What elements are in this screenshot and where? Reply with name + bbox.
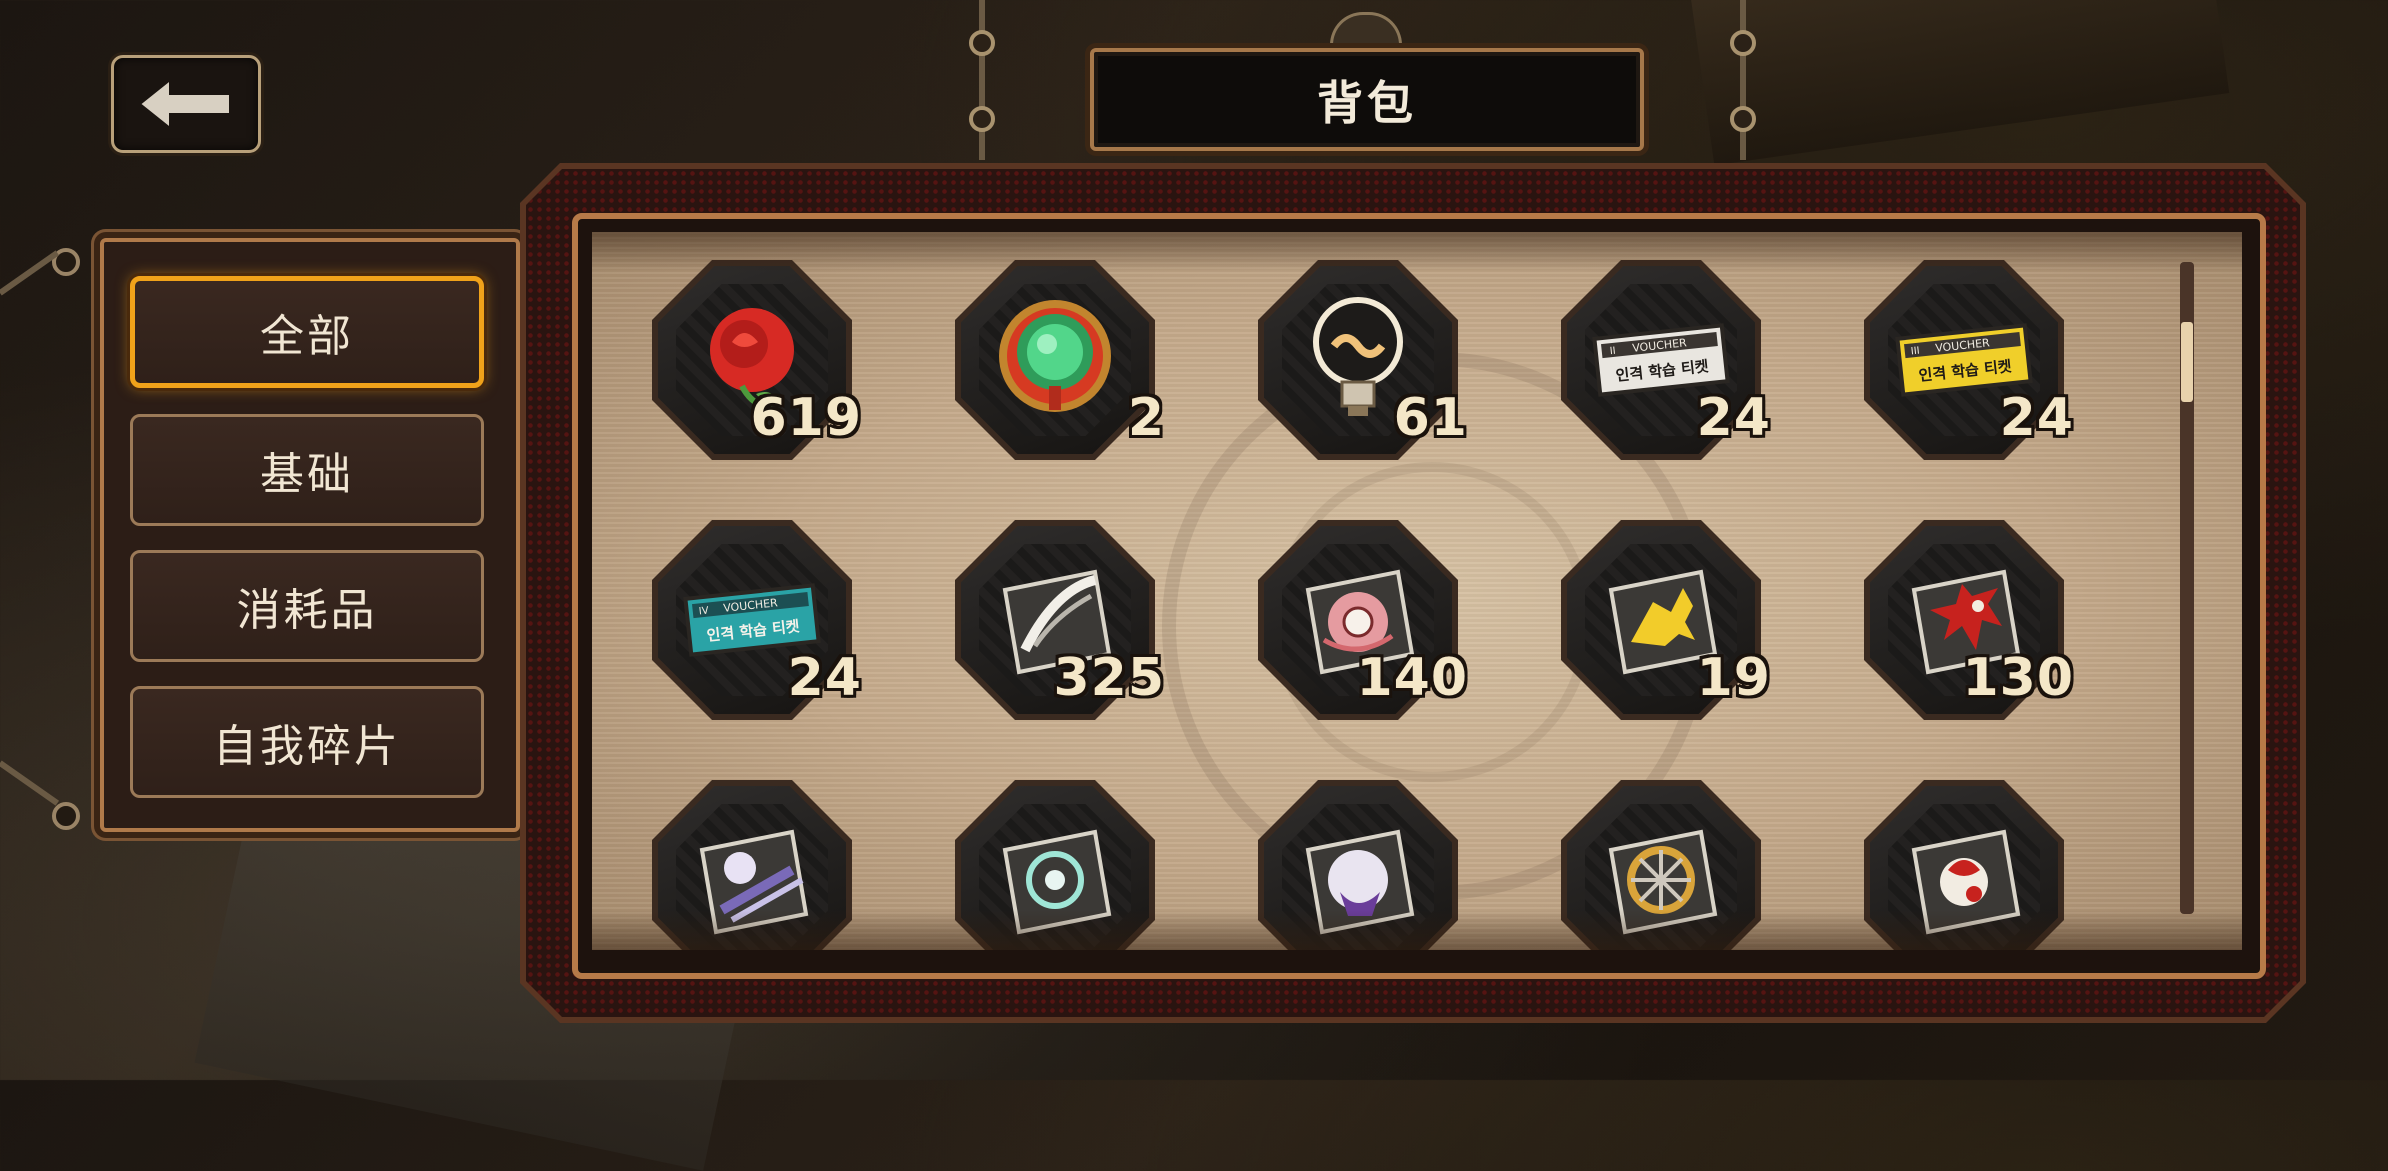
svg-text:IV: IV xyxy=(698,605,709,617)
inventory-item[interactable]: 19 xyxy=(1541,520,1781,760)
item-count: 130 xyxy=(1962,648,2074,708)
tab-label: 自我碎片 xyxy=(213,721,401,772)
back-button[interactable] xyxy=(111,55,261,153)
item-count: 325 xyxy=(1053,648,1165,708)
chain-link xyxy=(1730,106,1756,132)
inventory-item[interactable]: VOUCHER III 인격 학습 티켓 24 xyxy=(1844,260,2084,500)
title-ornament xyxy=(1330,12,1402,51)
inventory-item[interactable]: VOUCHER IV 인격 학습 티켓 24 xyxy=(632,520,872,760)
inventory-item[interactable]: 325 xyxy=(935,520,1175,760)
category-menu: 全部 基础 消耗品 自我碎片 xyxy=(100,238,520,832)
chain-side xyxy=(0,760,60,806)
tab-label: 全部 xyxy=(260,311,354,362)
chain-link xyxy=(969,106,995,132)
green-gem-icon xyxy=(985,290,1125,430)
inventory-item[interactable]: 140 xyxy=(1238,520,1478,760)
inventory-item[interactable] xyxy=(632,780,872,950)
tab-all[interactable]: 全部 xyxy=(130,276,484,388)
item-count: 24 xyxy=(1999,388,2074,448)
item-count: 19 xyxy=(1696,648,1771,708)
page-title: 背包 xyxy=(1317,75,1417,130)
svg-text:III: III xyxy=(1910,346,1920,358)
item-count: 140 xyxy=(1356,648,1468,708)
item-count: 24 xyxy=(787,648,862,708)
purple-moon-shard-icon xyxy=(1288,810,1428,950)
background-prop xyxy=(1690,0,2230,166)
tab-ego-shards[interactable]: 自我碎片 xyxy=(130,686,484,798)
chain-link xyxy=(52,802,80,830)
title-plate: 背包 xyxy=(1090,48,1644,151)
eye-swirl-shard-icon xyxy=(985,810,1125,950)
inventory-item[interactable]: 619 xyxy=(632,260,872,500)
inventory-item[interactable]: VOUCHER II 인격 학습 티켓 24 xyxy=(1541,260,1781,500)
inventory-item[interactable] xyxy=(1541,780,1781,950)
inventory-item[interactable]: 61 xyxy=(1238,260,1478,500)
chain-right xyxy=(1740,0,1746,160)
item-count: 2 xyxy=(1127,388,1165,448)
tab-consumables[interactable]: 消耗品 xyxy=(130,550,484,662)
item-count: 24 xyxy=(1696,388,1771,448)
inventory-panel: 619 2 61 VOUCHER II 인격 학습 티켓 24 VOUCHER III… xyxy=(592,232,2242,950)
scrollbar-thumb[interactable] xyxy=(2181,322,2193,402)
chain-side xyxy=(0,250,60,296)
inventory-item[interactable] xyxy=(1844,780,2084,950)
tab-label: 基础 xyxy=(260,449,354,500)
inventory-item[interactable]: 130 xyxy=(1844,520,2084,760)
inventory-item[interactable] xyxy=(1238,780,1478,950)
inventory-item[interactable] xyxy=(935,780,1175,950)
red-flower-shard-icon xyxy=(1894,810,2034,950)
tab-basic[interactable]: 基础 xyxy=(130,414,484,526)
item-count: 619 xyxy=(750,388,862,448)
item-count: 61 xyxy=(1393,388,1468,448)
chain-left xyxy=(979,0,985,160)
tab-label: 消耗品 xyxy=(236,585,378,636)
back-arrow-icon xyxy=(138,77,231,131)
chain-link xyxy=(1730,30,1756,56)
svg-text:II: II xyxy=(1609,346,1616,358)
inventory-item[interactable]: 2 xyxy=(935,260,1175,500)
chain-link xyxy=(969,30,995,56)
sun-blade-shard-icon xyxy=(682,810,822,950)
golden-wheel-shard-icon xyxy=(1591,810,1731,950)
